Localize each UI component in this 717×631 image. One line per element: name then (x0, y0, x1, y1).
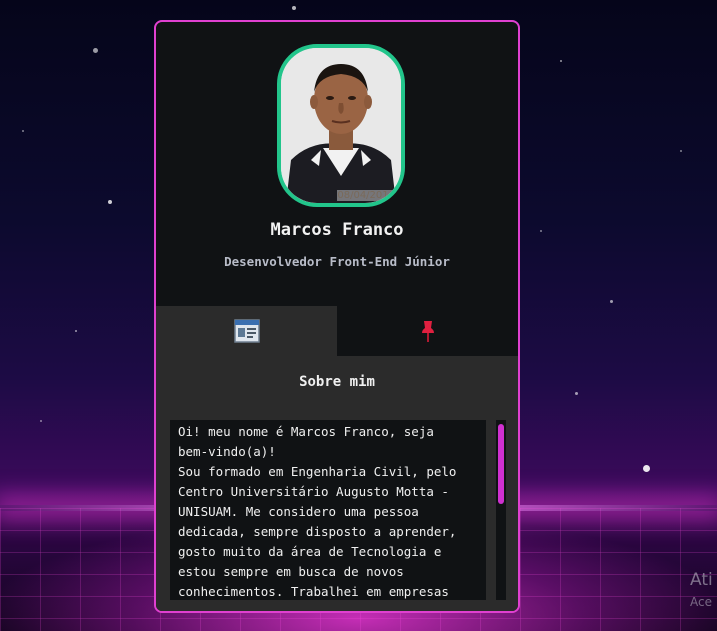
tab-about[interactable] (156, 306, 337, 356)
about-panel: Sobre mim Oi! meu nome é Marcos Franco, … (156, 356, 518, 611)
profile-role: Desenvolvedor Front-End Júnior (224, 254, 450, 269)
star (610, 300, 613, 303)
about-window-icon (233, 319, 260, 343)
star (680, 150, 682, 152)
profile-photo: 08/04/2014 (277, 44, 405, 207)
about-title: Sobre mim (299, 374, 375, 390)
star (22, 130, 24, 132)
scrollbar-track[interactable] (496, 420, 506, 600)
star (575, 392, 578, 395)
star (560, 60, 562, 62)
tab-location[interactable] (337, 306, 518, 356)
windows-activation-watermark: Ati (690, 570, 713, 590)
scrollbar-thumb[interactable] (498, 424, 504, 504)
photo-date-stamp: 08/04/2014 (337, 190, 395, 201)
star (108, 200, 112, 204)
windows-activation-watermark-sub: Ace (690, 595, 712, 609)
about-text: Oi! meu nome é Marcos Franco, seja bem-v… (178, 424, 457, 599)
tab-bar (156, 306, 518, 356)
person-avatar-icon (281, 48, 401, 203)
star (540, 230, 542, 232)
star (40, 420, 42, 422)
star (75, 330, 77, 332)
profile-card: 08/04/2014 Marcos Franco Desenvolvedor F… (154, 20, 520, 613)
pin-icon (421, 321, 434, 342)
star (292, 6, 296, 10)
star (643, 465, 650, 472)
profile-name: Marcos Franco (270, 220, 404, 240)
about-text-box[interactable]: Oi! meu nome é Marcos Franco, seja bem-v… (170, 420, 486, 600)
star (93, 48, 98, 53)
